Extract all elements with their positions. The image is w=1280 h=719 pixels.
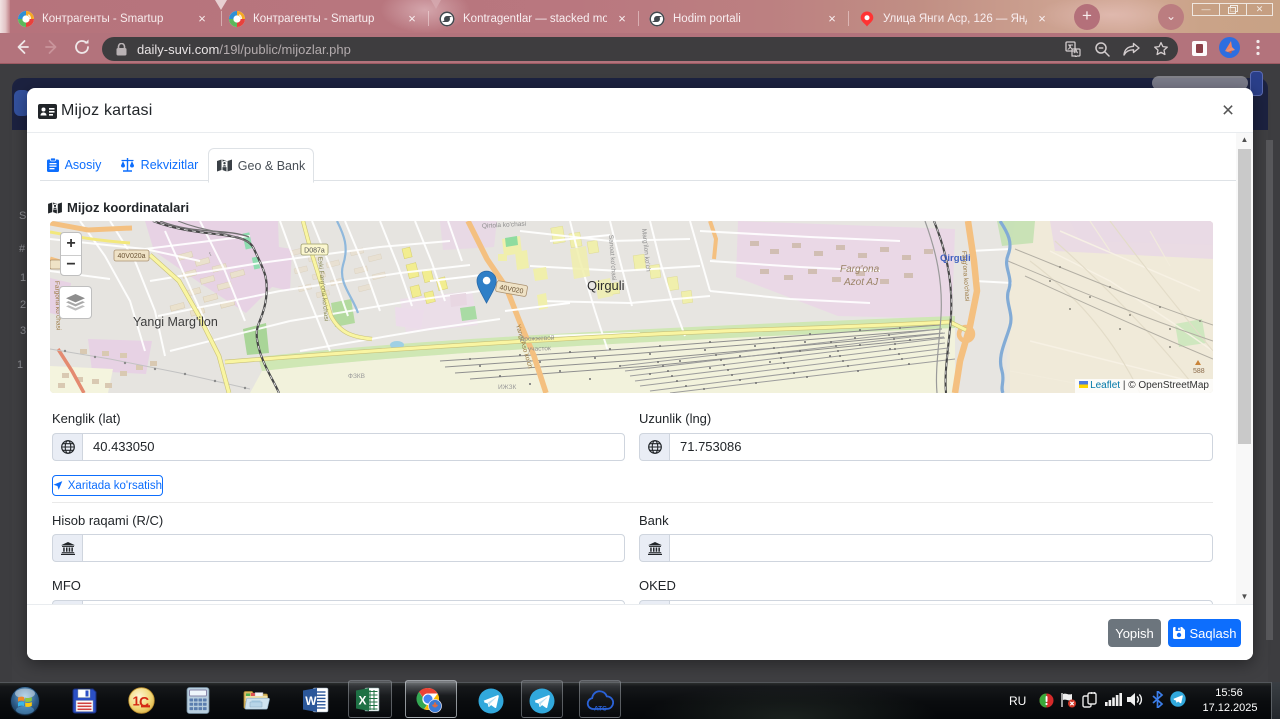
svg-text:Дрожжевой: Дрожжевой — [520, 334, 555, 343]
svg-text:Qirguli: Qirguli — [587, 278, 625, 293]
svg-text:W: W — [305, 694, 317, 708]
svg-text:Farg'ona: Farg'ona — [840, 264, 880, 275]
svg-text:ИЖЗК: ИЖЗК — [498, 384, 517, 391]
svg-text:участок: участок — [528, 345, 551, 353]
svg-text:588: 588 — [1193, 368, 1205, 375]
svg-text:ФЗКВ: ФЗКВ — [348, 373, 365, 380]
svg-text:Azot AJ: Azot AJ — [843, 277, 879, 288]
svg-text:ATC: ATC — [594, 706, 607, 713]
svg-text:40V020a: 40V020a — [117, 253, 145, 260]
svg-text:Yangi Marg'ilon: Yangi Marg'ilon — [133, 315, 218, 329]
svg-text:D087a: D087a — [304, 247, 325, 254]
svg-text:X: X — [359, 694, 367, 708]
